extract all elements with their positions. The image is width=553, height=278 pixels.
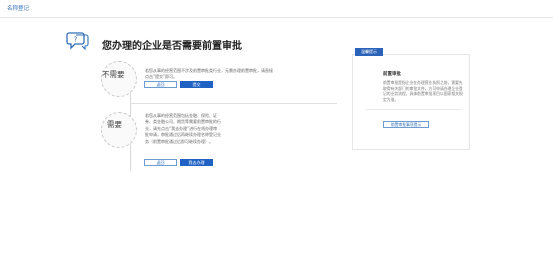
option-no-submit-button[interactable]: 提交	[180, 81, 213, 88]
page-title: 您办理的企业是否需要前置审批	[102, 41, 242, 52]
approval-tips-button[interactable]: 前置审批事项提示	[383, 121, 429, 128]
option-no-back-button[interactable]: 返回	[144, 81, 177, 88]
page-breadcrumb-title: 名称登记	[7, 6, 30, 12]
tips-panel-divider	[366, 109, 462, 110]
section-divider	[130, 103, 337, 104]
option-yes-label: 需要	[107, 120, 122, 129]
tips-panel-text: 前置审批是指企业在办理营业执照之前，需要先取得有关部门的审批文件，方可申请办理企…	[383, 80, 463, 102]
chat-bubble-question-icon: ?	[66, 32, 89, 51]
tips-panel-tab: 温馨提示	[355, 48, 383, 56]
svg-text:?: ?	[74, 36, 78, 44]
option-yes-go-button[interactable]: 我去办理	[180, 159, 213, 166]
option-yes-description: 若您从事的经营范围包括金融、保险、证券、类金融公司、期货等需要前置审批的行业，请…	[145, 113, 221, 144]
option-yes-circle	[101, 112, 137, 148]
option-no-label: 不需要	[102, 70, 125, 79]
top-bar: 名称登记	[0, 0, 553, 18]
option-yes-back-button[interactable]: 返回	[144, 159, 177, 166]
option-no-description: 若您从事的经营范围不涉及前置审批类行业，无需办理前置审批，请直接点击“提交”即可…	[145, 68, 273, 80]
tips-panel-heading: 前置审批	[383, 72, 401, 77]
